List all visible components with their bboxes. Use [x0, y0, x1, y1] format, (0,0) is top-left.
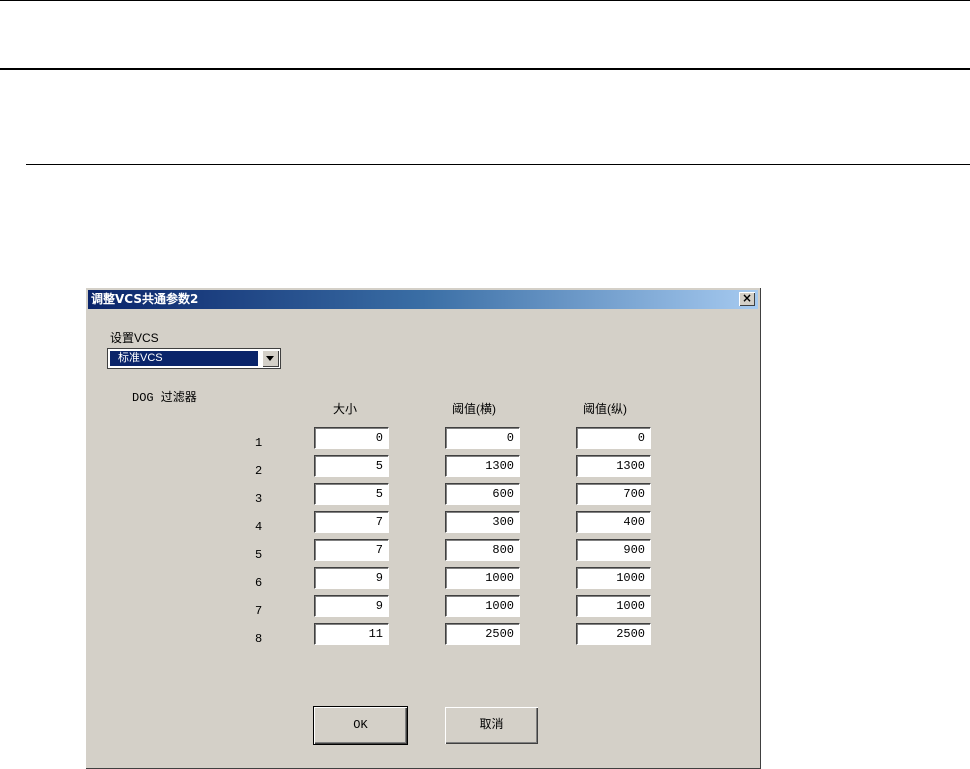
threshold-h-field[interactable]: 0 [445, 427, 520, 449]
dialog-title: 调整VCS共通参数2 [91, 292, 199, 306]
size-field[interactable]: 7 [314, 539, 389, 561]
threshold-v-field[interactable]: 0 [576, 427, 651, 449]
row-number: 8 [255, 632, 263, 646]
cancel-button[interactable]: 取消 [445, 707, 538, 744]
vcs-select[interactable]: 标准VCS [107, 348, 281, 369]
threshold-v-field[interactable]: 400 [576, 511, 651, 533]
row-number: 2 [255, 464, 263, 478]
size-field[interactable]: 5 [314, 483, 389, 505]
row-number: 3 [255, 492, 263, 506]
threshold-h-field[interactable]: 600 [445, 483, 520, 505]
chevron-down-icon[interactable] [262, 350, 279, 367]
size-field[interactable]: 0 [314, 427, 389, 449]
row-number: 1 [255, 436, 263, 450]
threshold-h-field[interactable]: 800 [445, 539, 520, 561]
row-number: 5 [255, 548, 263, 562]
threshold-h-field[interactable]: 1000 [445, 567, 520, 589]
vcs-params-dialog: 调整VCS共通参数2 × 设置VCS 标准VCS DOG 过滤器 大小 阈值(横… [85, 287, 761, 769]
column-header-size: 大小 [333, 402, 358, 416]
size-field[interactable]: 9 [314, 595, 389, 617]
row-number: 4 [255, 520, 263, 534]
threshold-h-field[interactable]: 1000 [445, 595, 520, 617]
dialog-titlebar[interactable]: 调整VCS共通参数2 × [88, 290, 758, 309]
dog-filter-label: DOG 过滤器 [132, 391, 197, 405]
threshold-h-field[interactable]: 1300 [445, 455, 520, 477]
threshold-v-field[interactable]: 2500 [576, 623, 651, 645]
column-header-threshold-h: 阈值(横) [452, 402, 496, 416]
page-divider-thin [26, 164, 970, 165]
size-field[interactable]: 7 [314, 511, 389, 533]
threshold-v-field[interactable]: 1000 [576, 567, 651, 589]
vcs-select-value: 标准VCS [110, 351, 258, 366]
threshold-v-field[interactable]: 1000 [576, 595, 651, 617]
threshold-v-field[interactable]: 900 [576, 539, 651, 561]
threshold-h-field[interactable]: 300 [445, 511, 520, 533]
threshold-h-field[interactable]: 2500 [445, 623, 520, 645]
page-top-rule [0, 0, 970, 1]
page-divider-thick [0, 68, 970, 70]
row-number: 7 [255, 604, 263, 618]
row-number: 6 [255, 576, 263, 590]
threshold-v-field[interactable]: 1300 [576, 455, 651, 477]
size-field[interactable]: 9 [314, 567, 389, 589]
column-header-threshold-v: 阈值(纵) [583, 402, 627, 416]
size-field[interactable]: 11 [314, 623, 389, 645]
ok-button[interactable]: OK [314, 707, 407, 744]
vcs-label: 设置VCS [110, 331, 159, 345]
close-icon[interactable]: × [739, 292, 755, 306]
size-field[interactable]: 5 [314, 455, 389, 477]
threshold-v-field[interactable]: 700 [576, 483, 651, 505]
